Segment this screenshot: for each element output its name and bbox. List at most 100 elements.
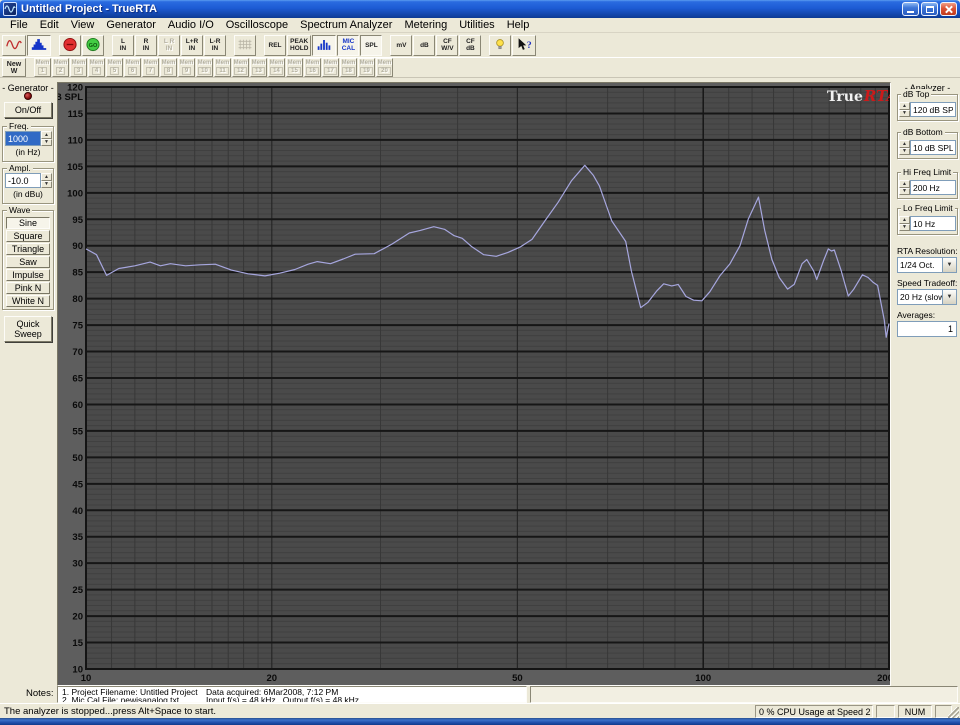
svg-text:100: 100 — [67, 188, 83, 199]
frequency-spin-up-button[interactable]: ▲ — [41, 131, 52, 139]
menu-generator[interactable]: Generator — [100, 19, 162, 31]
db-top-spin-up-button[interactable]: ▲ — [899, 102, 910, 110]
menu-view[interactable]: View — [65, 19, 101, 31]
memory-7-button: Mem7 — [142, 58, 159, 77]
db-top-group: dB Top ▲ ▼ — [897, 94, 958, 121]
app-icon[interactable] — [3, 2, 17, 16]
rta-resolution-value: 1/24 Oct. — [898, 258, 942, 272]
db-bottom-input[interactable] — [910, 140, 956, 155]
menu-oscilloscope[interactable]: Oscilloscope — [220, 19, 294, 31]
relative-mode-button[interactable]: REL — [264, 35, 286, 56]
right-input-button[interactable]: RIN — [135, 35, 157, 56]
frequency-group: Freq. ▲ ▼ (in Hz) — [2, 126, 54, 162]
averages-input[interactable] — [897, 321, 957, 337]
amplitude-input[interactable] — [5, 173, 41, 188]
maximize-button[interactable] — [921, 2, 938, 16]
wave-white-n-button[interactable]: White N — [6, 295, 50, 307]
memory-button-label: Mem — [126, 60, 140, 67]
db-bottom-label: dB Bottom — [901, 127, 945, 137]
menu-file[interactable]: File — [4, 19, 34, 31]
lo-freq-spinner: ▲ ▼ — [899, 216, 910, 231]
spectrum-analyzer-view-button[interactable] — [27, 35, 51, 56]
crest-factor-wv-button[interactable]: CFW/V — [436, 35, 458, 56]
new-workspace-button[interactable]: NewW — [2, 58, 26, 77]
db-bottom-spin-down-button[interactable]: ▼ — [899, 148, 910, 156]
rta-resolution-select[interactable]: 1/24 Oct. ▼ — [897, 257, 957, 273]
db-top-label: dB Top — [901, 89, 931, 99]
lo-freq-spin-up-button[interactable]: ▲ — [899, 216, 910, 224]
memory-5-button: Mem5 — [106, 58, 123, 77]
amplitude-spin-up-button[interactable]: ▲ — [41, 173, 52, 181]
memory-12-button: Mem12 — [232, 58, 249, 77]
context-help-button[interactable]: ? — [512, 35, 536, 56]
memory-button-number: 2 — [56, 67, 65, 75]
memory-button-label: Mem — [306, 60, 320, 67]
rta-bars-display-button[interactable] — [312, 35, 336, 56]
l-minus-r-input-button[interactable]: L-RIN — [204, 35, 226, 56]
svg-text:20: 20 — [267, 673, 278, 684]
crest-factor-db-button[interactable]: CFdB — [459, 35, 481, 56]
db-top-input[interactable] — [910, 102, 956, 117]
db-bottom-spin-up-button[interactable]: ▲ — [899, 140, 910, 148]
frequency-spin-down-button[interactable]: ▼ — [41, 139, 52, 147]
db-top-spin-down-button[interactable]: ▼ — [899, 110, 910, 118]
sine-generator-button[interactable] — [2, 35, 26, 56]
quick-sweep-button[interactable]: Quick Sweep — [4, 316, 52, 342]
resize-grip[interactable] — [948, 707, 959, 718]
l-minus-r-input-label: L-R — [210, 38, 221, 45]
menu-edit[interactable]: Edit — [34, 19, 65, 31]
menu-help[interactable]: Help — [501, 19, 536, 31]
memory-button-label: Mem — [342, 60, 356, 67]
menu-spectrum-analyzer[interactable]: Spectrum Analyzer — [294, 19, 398, 31]
menu-metering[interactable]: Metering — [398, 19, 453, 31]
wave-impulse-button[interactable]: Impulse — [6, 269, 50, 281]
minimize-button[interactable] — [902, 2, 919, 16]
l-plus-r-input-button[interactable]: L+RIN — [181, 35, 203, 56]
averages-label: Averages: — [897, 310, 935, 320]
truerta-window: Untitled Project - TrueRTA FileEditViewG… — [0, 0, 960, 725]
frequency-group-label: Freq. — [7, 121, 31, 131]
lr-input-label: IN — [166, 45, 173, 52]
millivolt-units-button[interactable]: mV — [390, 35, 412, 56]
hi-freq-spin-up-button[interactable]: ▲ — [899, 180, 910, 188]
decibel-units-button[interactable]: dB — [413, 35, 435, 56]
peak-hold-button[interactable]: PEAKHOLD — [287, 35, 311, 56]
lo-freq-input[interactable] — [910, 216, 956, 231]
wave-sine-button[interactable]: Sine — [6, 217, 50, 229]
spl-mode-button[interactable]: SPL — [360, 35, 382, 56]
memory-button-label: Mem — [72, 60, 86, 67]
close-button[interactable] — [940, 2, 957, 16]
svg-text:15: 15 — [72, 638, 83, 649]
generator-on-off-button[interactable]: On/Off — [4, 102, 52, 118]
arrow-up-icon: ▲ — [902, 182, 907, 186]
stop-button[interactable] — [59, 35, 81, 56]
frequency-input[interactable] — [5, 131, 41, 146]
hi-freq-spin-down-button[interactable]: ▼ — [899, 188, 910, 196]
hi-freq-input[interactable] — [910, 180, 956, 195]
wave-triangle-button[interactable]: Triangle — [6, 243, 50, 255]
title-bar[interactable]: Untitled Project - TrueRTA — [0, 0, 960, 18]
wave-square-button[interactable]: Square — [6, 230, 50, 242]
arrow-down-icon: ▼ — [902, 225, 907, 229]
mic-cal-button[interactable]: MICCAL — [337, 35, 359, 56]
peak-hold-label: PEAK — [290, 38, 308, 45]
lo-freq-spin-down-button[interactable]: ▼ — [899, 224, 910, 232]
memory-button-label: Mem — [270, 60, 284, 67]
memory-button-label: Mem — [144, 60, 158, 67]
mic-cal-label: MIC — [342, 38, 354, 45]
menu-utilities[interactable]: Utilities — [453, 19, 500, 31]
speed-tradeoff-select[interactable]: 20 Hz (slow) ▼ — [897, 289, 957, 305]
memory-button-number: 7 — [146, 67, 155, 75]
go-button[interactable]: GO — [82, 35, 104, 56]
left-input-button[interactable]: LIN — [112, 35, 134, 56]
svg-text:90: 90 — [72, 241, 83, 252]
memory-20-button: Mem20 — [376, 58, 393, 77]
amplitude-spin-down-button[interactable]: ▼ — [41, 181, 52, 189]
rta-resolution-dropdown-arrow[interactable]: ▼ — [942, 258, 956, 272]
speed-tradeoff-dropdown-arrow[interactable]: ▼ — [942, 290, 956, 304]
tips-button[interactable] — [489, 35, 511, 56]
menu-audio-i-o[interactable]: Audio I/O — [162, 19, 220, 31]
wave-saw-button[interactable]: Saw — [6, 256, 50, 268]
wave-pink-n-button[interactable]: Pink N — [6, 282, 50, 294]
notes-box[interactable]: 1. Project Filename: Untitled Project Da… — [57, 686, 527, 703]
